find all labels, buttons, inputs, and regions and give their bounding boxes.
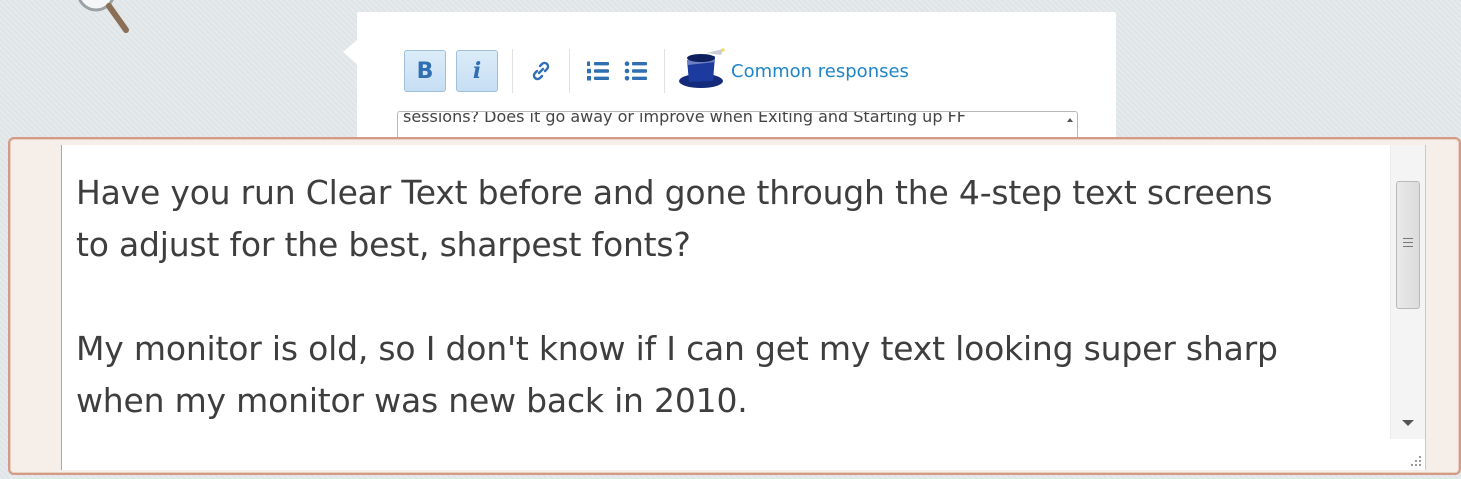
card-pointer [343, 40, 357, 64]
grip-icon [1403, 238, 1413, 250]
italic-button[interactable]: i [456, 50, 498, 92]
link-icon[interactable] [527, 57, 555, 85]
ordered-list-icon[interactable] [584, 57, 612, 85]
magic-hat-icon [679, 48, 725, 88]
toolbar-divider [664, 49, 665, 93]
common-responses-button[interactable]: Common responses [677, 48, 909, 94]
scroll-up-arrow-icon[interactable] [1067, 118, 1073, 122]
reply-editor-card: B i Common responses sessions? Does it g… [343, 12, 1116, 152]
toolbar-divider [569, 49, 570, 93]
zoomed-textarea[interactable]: Have you run Clear Text before and gone … [61, 145, 1426, 470]
reply-textarea-text: sessions? Does it go away or improve whe… [403, 111, 966, 126]
vertical-scrollbar[interactable] [1390, 145, 1425, 439]
zoomed-textarea-panel: Have you run Clear Text before and gone … [8, 137, 1461, 475]
scroll-down-arrow-icon[interactable] [1402, 420, 1414, 426]
bold-button[interactable]: B [404, 50, 446, 92]
unordered-list-icon[interactable] [622, 57, 650, 85]
scrollbar-thumb[interactable] [1396, 181, 1420, 309]
toolbar-divider [512, 49, 513, 93]
resize-handle-icon[interactable] [1407, 452, 1423, 468]
text-line: Have you run Clear Text before and gone … [76, 173, 1273, 212]
text-line: when my monitor was new back in 2010. [76, 381, 748, 420]
common-responses-link[interactable]: Common responses [731, 61, 909, 82]
text-line: to adjust for the best, sharpest fonts? [76, 225, 691, 264]
text-line: My monitor is old, so I don't know if I … [76, 329, 1278, 368]
search-icon[interactable] [68, 0, 138, 40]
formatting-toolbar: B i Common responses [404, 48, 909, 94]
zoomed-textarea-content: Have you run Clear Text before and gone … [76, 167, 1366, 427]
